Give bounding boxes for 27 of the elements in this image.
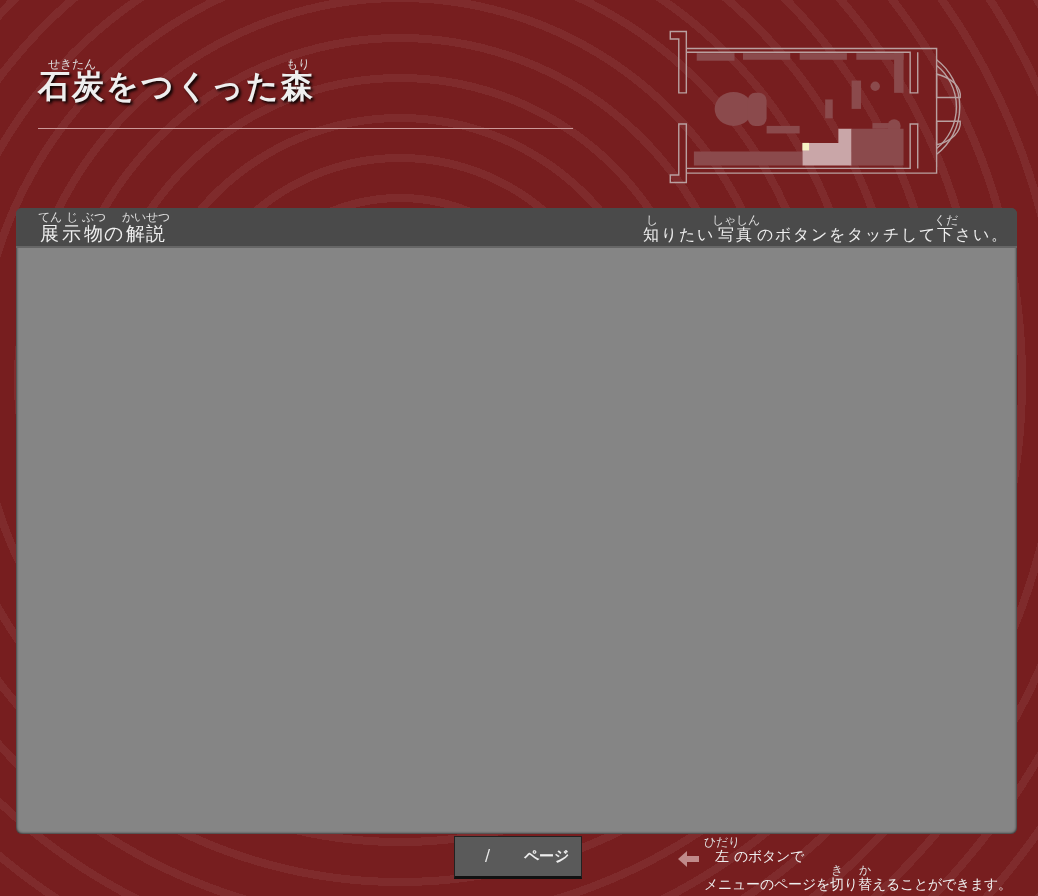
furigana-text: し xyxy=(643,213,661,228)
furigana-text: くだ xyxy=(934,213,958,228)
instruction-text: さい。 xyxy=(955,225,1009,245)
furigana-text: ぶつ xyxy=(82,210,106,225)
hint-text: り xyxy=(844,875,858,892)
panel-heading: 展 xyxy=(38,222,62,245)
furigana-text: てん xyxy=(38,210,62,225)
hint-text: 替 xyxy=(858,875,872,892)
furigana-text: か xyxy=(858,862,872,877)
furigana-text: き xyxy=(830,862,844,877)
instruction-text: 下 xyxy=(934,225,958,245)
page-indicator-button[interactable]: / ページ xyxy=(454,836,582,879)
page-title: をつくった xyxy=(106,67,281,105)
hint-text: 切 xyxy=(830,875,844,892)
instruction-text: 知 xyxy=(643,225,661,245)
panel-heading: 示 xyxy=(62,222,82,245)
panel-heading: 物 xyxy=(82,222,106,245)
instruction-text: りたい xyxy=(661,225,715,245)
furigana-text: かいせつ xyxy=(122,210,170,225)
hint-text: メニューのページを xyxy=(704,875,830,892)
panel-heading: の xyxy=(104,222,124,245)
hint-text: えることができます。 xyxy=(872,875,1012,892)
furigana-text: しゃしん xyxy=(712,213,760,228)
left-arrow-icon xyxy=(678,850,700,868)
furigana-text: ひだり xyxy=(704,835,740,849)
panel-heading: 解説 xyxy=(122,222,170,245)
furigana-text: じ xyxy=(62,210,82,225)
